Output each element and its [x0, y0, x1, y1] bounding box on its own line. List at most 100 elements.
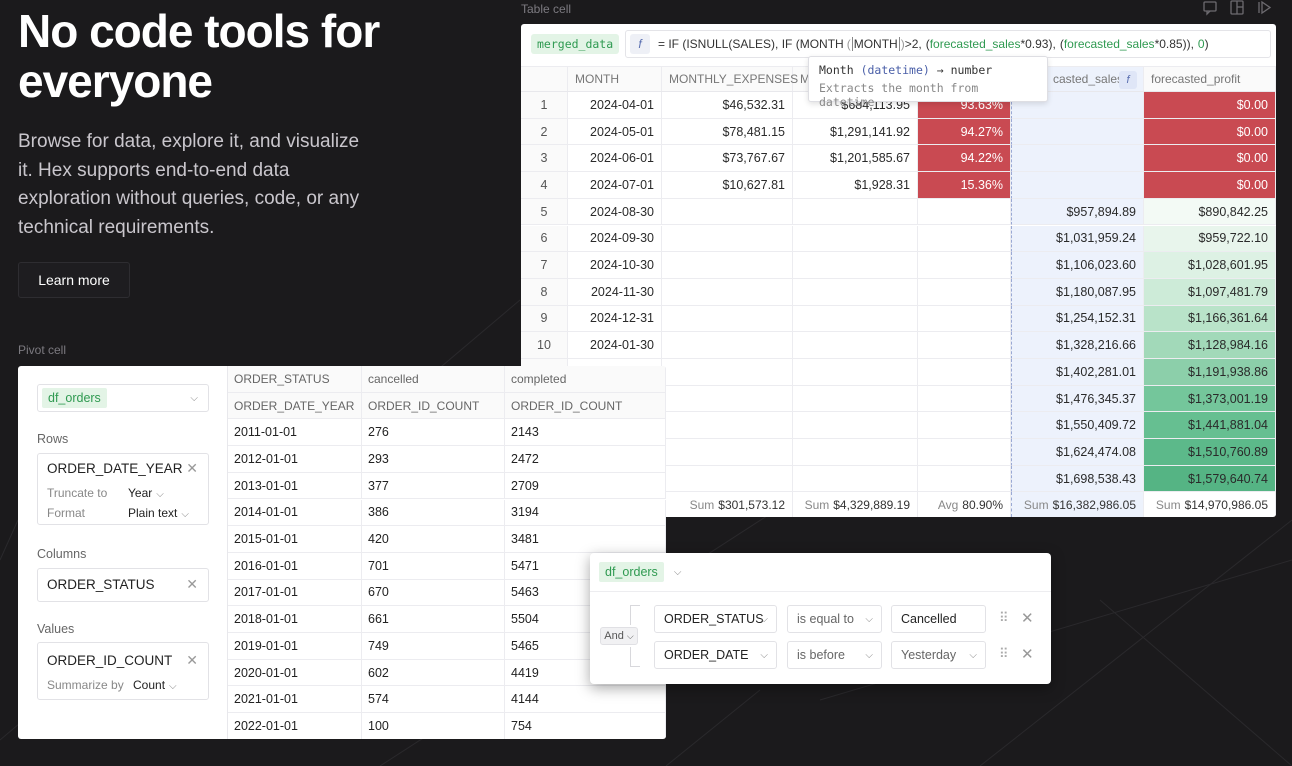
- pivot-cell[interactable]: 293: [362, 446, 505, 473]
- cell-month[interactable]: 2024-05-01: [568, 118, 662, 146]
- cell-profit[interactable]: $0.00: [1144, 118, 1276, 146]
- cell-sales[interactable]: $957,894.89: [1011, 198, 1144, 226]
- cell-c4[interactable]: 15.36%: [918, 172, 1011, 199]
- cell-sales[interactable]: $1,254,152.31: [1011, 305, 1144, 333]
- formula-input[interactable]: f = IF (ISNULL(SALES), IF (MONTH (MONTH)…: [625, 30, 1271, 58]
- cell-month[interactable]: 2024-11-30: [568, 278, 662, 306]
- cell-sales[interactable]: $1,180,087.95: [1011, 278, 1144, 306]
- pivot-cell[interactable]: 2012-01-01: [228, 446, 362, 473]
- cell-exp[interactable]: [662, 198, 793, 226]
- pivot-header[interactable]: ORDER_ID_COUNT: [362, 392, 505, 420]
- cell-exp[interactable]: [662, 359, 793, 386]
- pivot-cell[interactable]: 2011-01-01: [228, 419, 362, 447]
- cell-sales[interactable]: $1,698,538.43: [1011, 465, 1144, 493]
- pivot-header[interactable]: ORDER_DATE_YEAR: [228, 392, 362, 420]
- truncate-select[interactable]: Year ⌵: [128, 486, 164, 500]
- and-operator-select[interactable]: And ⌵: [600, 627, 638, 645]
- pivot-cell[interactable]: 4144: [505, 686, 666, 714]
- cell-exp[interactable]: $78,481.15: [662, 118, 793, 146]
- values-field[interactable]: ORDER_ID_COUNT ✕ Summarize by Count ⌵: [37, 642, 209, 700]
- pivot-cell[interactable]: 3194: [505, 499, 666, 527]
- pivot-cell[interactable]: 2709: [505, 472, 666, 500]
- cell-c3[interactable]: $1,201,585.67: [793, 145, 918, 173]
- cell-month[interactable]: 2024-08-30: [568, 198, 662, 226]
- cell-exp[interactable]: [662, 332, 793, 359]
- cell-profit[interactable]: $1,128,984.16: [1144, 332, 1276, 359]
- cell-c3[interactable]: [793, 225, 918, 253]
- pivot-cell[interactable]: 754: [505, 713, 666, 739]
- pivot-cell[interactable]: 100: [362, 713, 505, 739]
- cell-exp[interactable]: $46,532.31: [662, 92, 793, 119]
- filter-value-input[interactable]: Cancelled: [891, 605, 986, 633]
- pivot-header[interactable]: ORDER_STATUS: [228, 366, 362, 393]
- cell-sales[interactable]: $1,476,345.37: [1011, 385, 1144, 413]
- drag-handle-icon[interactable]: ⠿: [999, 610, 1008, 626]
- cell-profit[interactable]: $1,191,938.86: [1144, 359, 1276, 386]
- remove-filter-icon[interactable]: ✕: [1021, 609, 1034, 627]
- cell-month[interactable]: 2024-06-01: [568, 145, 662, 173]
- cell-exp[interactable]: [662, 278, 793, 306]
- cell-i[interactable]: 5: [521, 198, 568, 226]
- format-select[interactable]: Plain text ⌵: [128, 506, 189, 520]
- cell-profit[interactable]: $1,028,601.95: [1144, 252, 1276, 279]
- column-header[interactable]: forecasted_profit: [1144, 67, 1276, 91]
- cell-exp[interactable]: [662, 439, 793, 466]
- pivot-cell[interactable]: 420: [362, 526, 505, 553]
- cell-profit[interactable]: $890,842.25: [1144, 198, 1276, 226]
- cell-i[interactable]: 4: [521, 172, 568, 199]
- cell-exp[interactable]: [662, 225, 793, 253]
- cell-profit[interactable]: $0.00: [1144, 92, 1276, 119]
- pivot-cell[interactable]: 2015-01-01: [228, 526, 362, 553]
- cell-i[interactable]: 7: [521, 252, 568, 279]
- pivot-cell[interactable]: 276: [362, 419, 505, 447]
- cell-month[interactable]: 2024-09-30: [568, 225, 662, 253]
- table-row[interactable]: 8 2024-11-30 $1,180,087.95 $1,097,481.79: [521, 278, 1276, 306]
- cell-i[interactable]: 9: [521, 305, 568, 333]
- cell-profit[interactable]: $1,097,481.79: [1144, 278, 1276, 306]
- table-row[interactable]: 10 2024-01-30 $1,328,216.66 $1,128,984.16: [521, 332, 1276, 359]
- filter-operator-select[interactable]: is equal to ⌵: [787, 605, 882, 633]
- pivot-cell[interactable]: 3481: [505, 526, 666, 553]
- cell-c4[interactable]: 94.27%: [918, 118, 1011, 146]
- cell-c4[interactable]: [918, 305, 1011, 333]
- pivot-cell[interactable]: 2022-01-01: [228, 713, 362, 739]
- pivot-cell[interactable]: 574: [362, 686, 505, 714]
- cell-i[interactable]: 3: [521, 145, 568, 173]
- cell-c4[interactable]: [918, 252, 1011, 279]
- pivot-cell[interactable]: 2018-01-01: [228, 606, 362, 633]
- column-header[interactable]: MONTHLY_EXPENSES: [662, 67, 798, 91]
- cell-month[interactable]: 2024-12-31: [568, 305, 662, 333]
- cell-month[interactable]: 2024-04-01: [568, 92, 662, 119]
- cell-c3[interactable]: $1,291,141.92: [793, 118, 918, 146]
- layout-icon[interactable]: [1230, 0, 1244, 15]
- cell-c4[interactable]: [918, 465, 1011, 493]
- pivot-cell[interactable]: 2016-01-01: [228, 552, 362, 580]
- cell-exp[interactable]: [662, 252, 793, 279]
- table-row[interactable]: 9 2024-12-31 $1,254,152.31 $1,166,361.64: [521, 305, 1276, 333]
- remove-icon[interactable]: ✕: [186, 460, 198, 477]
- pivot-header[interactable]: ORDER_ID_COUNT: [505, 392, 666, 420]
- formula-column-icon[interactable]: f: [1119, 71, 1137, 89]
- pivot-header[interactable]: cancelled: [362, 366, 505, 393]
- cell-exp[interactable]: [662, 385, 793, 413]
- pivot-cell[interactable]: 2013-01-01: [228, 472, 362, 500]
- remove-filter-icon[interactable]: ✕: [1021, 645, 1034, 663]
- dataframe-select[interactable]: df_orders ⌵: [37, 384, 209, 412]
- cell-i[interactable]: 2: [521, 118, 568, 146]
- pivot-cell[interactable]: 386: [362, 499, 505, 527]
- cell-month[interactable]: 2024-01-30: [568, 332, 662, 359]
- cell-profit[interactable]: $1,373,001.19: [1144, 385, 1276, 413]
- filter-operator-select[interactable]: is before ⌵: [787, 641, 882, 669]
- cell-sales[interactable]: [1011, 145, 1144, 173]
- pivot-cell[interactable]: 670: [362, 579, 505, 607]
- cell-profit[interactable]: $959,722.10: [1144, 225, 1276, 253]
- cell-c3[interactable]: [793, 439, 918, 466]
- cell-profit[interactable]: $0.00: [1144, 145, 1276, 173]
- pivot-cell[interactable]: 2017-01-01: [228, 579, 362, 607]
- cell-c3[interactable]: [793, 198, 918, 226]
- cell-profit[interactable]: $1,510,760.89: [1144, 439, 1276, 466]
- filter-field-select[interactable]: ORDER_DATE ⌵: [654, 641, 777, 669]
- cell-i[interactable]: 10: [521, 332, 568, 359]
- pivot-cell[interactable]: 2019-01-01: [228, 633, 362, 660]
- cell-c4[interactable]: [918, 412, 1011, 440]
